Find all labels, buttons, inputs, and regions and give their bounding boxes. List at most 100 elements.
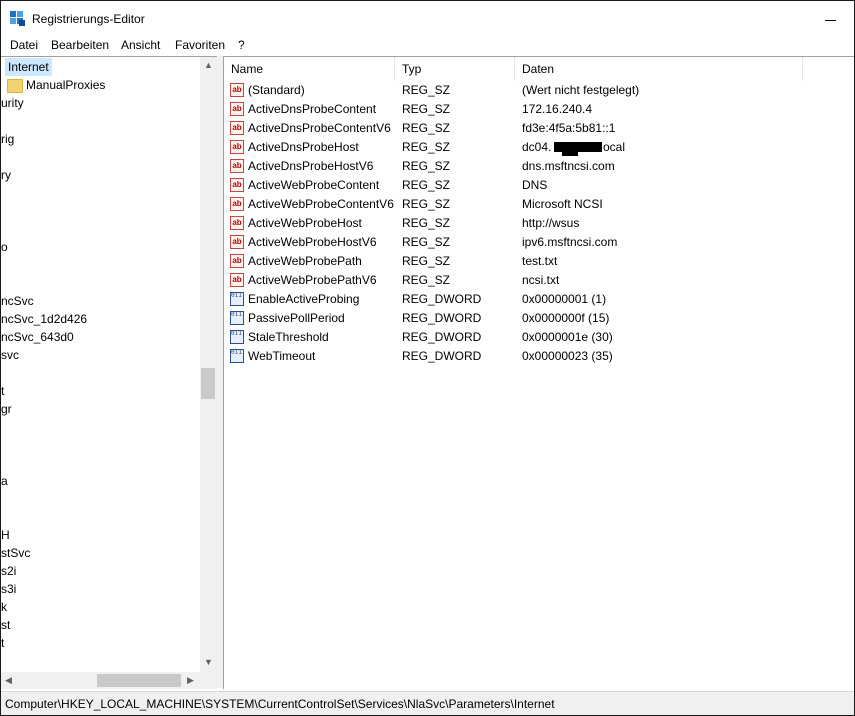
scrollbar-corner xyxy=(200,672,217,689)
value-data: 0x00000023 (35) xyxy=(522,349,613,363)
tree-horizontal-scroll-thumb[interactable] xyxy=(97,674,181,687)
menu-ansicht[interactable]: Ansicht xyxy=(121,38,160,52)
value-type: REG_SZ xyxy=(402,178,451,192)
scroll-left-icon[interactable]: ◀ xyxy=(5,676,12,685)
table-row[interactable]: ab ActiveWebProbePathV6 REG_SZ ncsi.txt xyxy=(224,271,854,290)
value-type: REG_DWORD xyxy=(402,330,482,344)
scroll-up-icon[interactable]: ▲ xyxy=(204,61,213,70)
binary-value-icon: 011 110 xyxy=(230,349,244,363)
value-type: REG_SZ xyxy=(402,235,451,249)
value-name: (Standard) xyxy=(248,83,305,97)
value-name: ActiveWebProbeHostV6 xyxy=(248,235,377,249)
table-row[interactable]: ab ActiveWebProbeHost REG_SZ http://wsus xyxy=(224,214,854,233)
value-data: dns.msftncsi.com xyxy=(522,159,615,173)
table-row[interactable]: ab ActiveDnsProbeContent REG_SZ 172.16.240.… xyxy=(224,100,854,119)
tree-item-partial[interactable]: s2i xyxy=(1,562,16,580)
tree-item-partial[interactable]: H xyxy=(1,526,10,544)
tree-vertical-scroll-thumb[interactable] xyxy=(201,368,215,399)
column-header-type[interactable]: Typ xyxy=(395,57,515,81)
minimize-button[interactable] xyxy=(813,9,847,31)
value-list[interactable]: Name Typ Daten ab (Standard) REG_SZ (Wert n… xyxy=(223,56,854,689)
value-type: REG_DWORD xyxy=(402,349,482,363)
table-row[interactable]: ab ActiveWebProbeHostV6 REG_SZ ipv6.msftncs… xyxy=(224,233,854,252)
menu-bearbeiten[interactable]: Bearbeiten xyxy=(51,38,109,52)
tree-item-partial[interactable]: stSvc xyxy=(1,544,30,562)
menu-favoriten[interactable]: Favoriten xyxy=(175,38,225,52)
regedit-app-icon xyxy=(10,11,25,26)
tree-item-partial[interactable]: ncSvc_1d2d426 xyxy=(1,310,87,328)
table-row[interactable]: 011 110 StaleThreshold REG_DWORD 0x0000001e… xyxy=(224,328,854,347)
value-type: REG_SZ xyxy=(402,140,451,154)
menu-datei[interactable]: Datei xyxy=(10,38,38,52)
table-row[interactable]: ab ActiveWebProbeContent REG_SZ DNS xyxy=(224,176,854,195)
tree-item-partial[interactable]: st xyxy=(1,616,10,634)
value-type: REG_SZ xyxy=(402,83,451,97)
column-header-name[interactable]: Name xyxy=(224,57,395,81)
value-type: REG_SZ xyxy=(402,273,451,287)
value-data: ncsi.txt xyxy=(522,273,560,287)
value-name: ActiveDnsProbeContent xyxy=(248,102,377,116)
value-name: StaleThreshold xyxy=(248,330,329,344)
tree-item-partial[interactable]: rig xyxy=(1,130,14,148)
table-row[interactable]: 011 110 EnableActiveProbing REG_DWORD 0x000… xyxy=(224,290,854,309)
tree-item-partial[interactable]: gr xyxy=(1,400,12,418)
tree-item-partial[interactable]: k xyxy=(1,598,7,616)
table-row[interactable]: ab ActiveDnsProbeContentV6 REG_SZ fd3e:4f5a… xyxy=(224,119,854,138)
tree-horizontal-scrollbar[interactable]: ◀ ▶ xyxy=(1,672,200,689)
value-name: ActiveDnsProbeHostV6 xyxy=(248,159,374,173)
value-data: dc04. xyxy=(522,140,552,154)
table-row[interactable]: ab (Standard) REG_SZ (Wert nicht festgelegt… xyxy=(224,81,854,100)
tree-item-partial[interactable]: o xyxy=(1,238,8,256)
table-row[interactable]: 011 110 WebTimeout REG_DWORD 0x00000023 (35… xyxy=(224,347,854,366)
value-name: ActiveDnsProbeHost xyxy=(248,140,359,154)
value-name: ActiveWebProbeContent xyxy=(248,178,380,192)
tree-item-partial[interactable]: ry xyxy=(1,166,11,184)
table-row[interactable]: ab ActiveDnsProbeHost REG_SZ dc04. ocal xyxy=(224,138,854,157)
value-type: REG_SZ xyxy=(402,121,451,135)
value-data: ipv6.msftncsi.com xyxy=(522,235,618,249)
value-type: REG_SZ xyxy=(402,197,451,211)
string-value-icon: ab xyxy=(230,178,244,192)
scroll-down-icon[interactable]: ▼ xyxy=(204,658,213,667)
tree-item-partial[interactable]: s3i xyxy=(1,580,16,598)
table-row[interactable]: ab ActiveDnsProbeHostV6 REG_SZ dns.msftncsi… xyxy=(224,157,854,176)
scroll-right-icon[interactable]: ▶ xyxy=(187,676,194,685)
tree-item-internet[interactable]: Internet xyxy=(5,58,52,76)
key-tree[interactable]: Internet ManualProxies urity rig ry o nc… xyxy=(1,56,217,689)
value-type: REG_SZ xyxy=(402,159,451,173)
tree-item-partial[interactable]: t xyxy=(1,382,4,400)
tree-item-partial[interactable]: svc xyxy=(1,346,19,364)
table-row[interactable]: 011 110 PassivePollPeriod REG_DWORD 0x00000… xyxy=(224,309,854,328)
menu-bar: Datei Bearbeiten Ansicht Favoriten ? xyxy=(1,35,854,55)
tree-item-partial[interactable]: t xyxy=(1,634,4,652)
value-data: 172.16.240.4 xyxy=(522,102,593,116)
status-bar: Computer\HKEY_LOCAL_MACHINE\SYSTEM\Curre… xyxy=(1,691,854,715)
value-data: test.txt xyxy=(522,254,558,268)
value-name: PassivePollPeriod xyxy=(248,311,345,325)
registry-editor-window: Registrierungs-Editor Datei Bearbeiten A… xyxy=(0,0,855,716)
string-value-icon: ab xyxy=(230,140,244,154)
window-title: Registrierungs-Editor xyxy=(32,12,145,26)
table-row[interactable]: ab ActiveWebProbeContentV6 REG_SZ Microsoft… xyxy=(224,195,854,214)
value-data: (Wert nicht festgelegt) xyxy=(522,83,640,97)
tree-item-manualproxies[interactable]: ManualProxies xyxy=(26,76,105,94)
binary-value-icon: 011 110 xyxy=(230,292,244,306)
tree-item-partial[interactable]: urity xyxy=(1,94,24,112)
value-name: ActiveWebProbePathV6 xyxy=(248,273,377,287)
table-row[interactable]: ab ActiveWebProbePath REG_SZ test.txt xyxy=(224,252,854,271)
status-path: Computer\HKEY_LOCAL_MACHINE\SYSTEM\Curre… xyxy=(5,697,555,711)
value-name: ActiveDnsProbeContentV6 xyxy=(248,121,391,135)
tree-item-partial[interactable]: ncSvc_643d0 xyxy=(1,328,74,346)
string-value-icon: ab xyxy=(230,121,244,135)
string-value-icon: ab xyxy=(230,235,244,249)
tree-item-partial[interactable]: a xyxy=(1,472,8,490)
redaction-mark xyxy=(562,151,578,156)
value-type: REG_SZ xyxy=(402,254,451,268)
menu-help[interactable]: ? xyxy=(238,38,245,52)
binary-value-icon: 011 110 xyxy=(230,311,244,325)
folder-icon xyxy=(7,79,23,93)
column-header-data[interactable]: Daten xyxy=(515,57,803,81)
tree-item-partial[interactable]: ncSvc xyxy=(1,292,34,310)
title-bar[interactable]: Registrierungs-Editor xyxy=(1,1,854,35)
tree-vertical-scrollbar[interactable]: ▲ ▼ xyxy=(200,57,217,672)
